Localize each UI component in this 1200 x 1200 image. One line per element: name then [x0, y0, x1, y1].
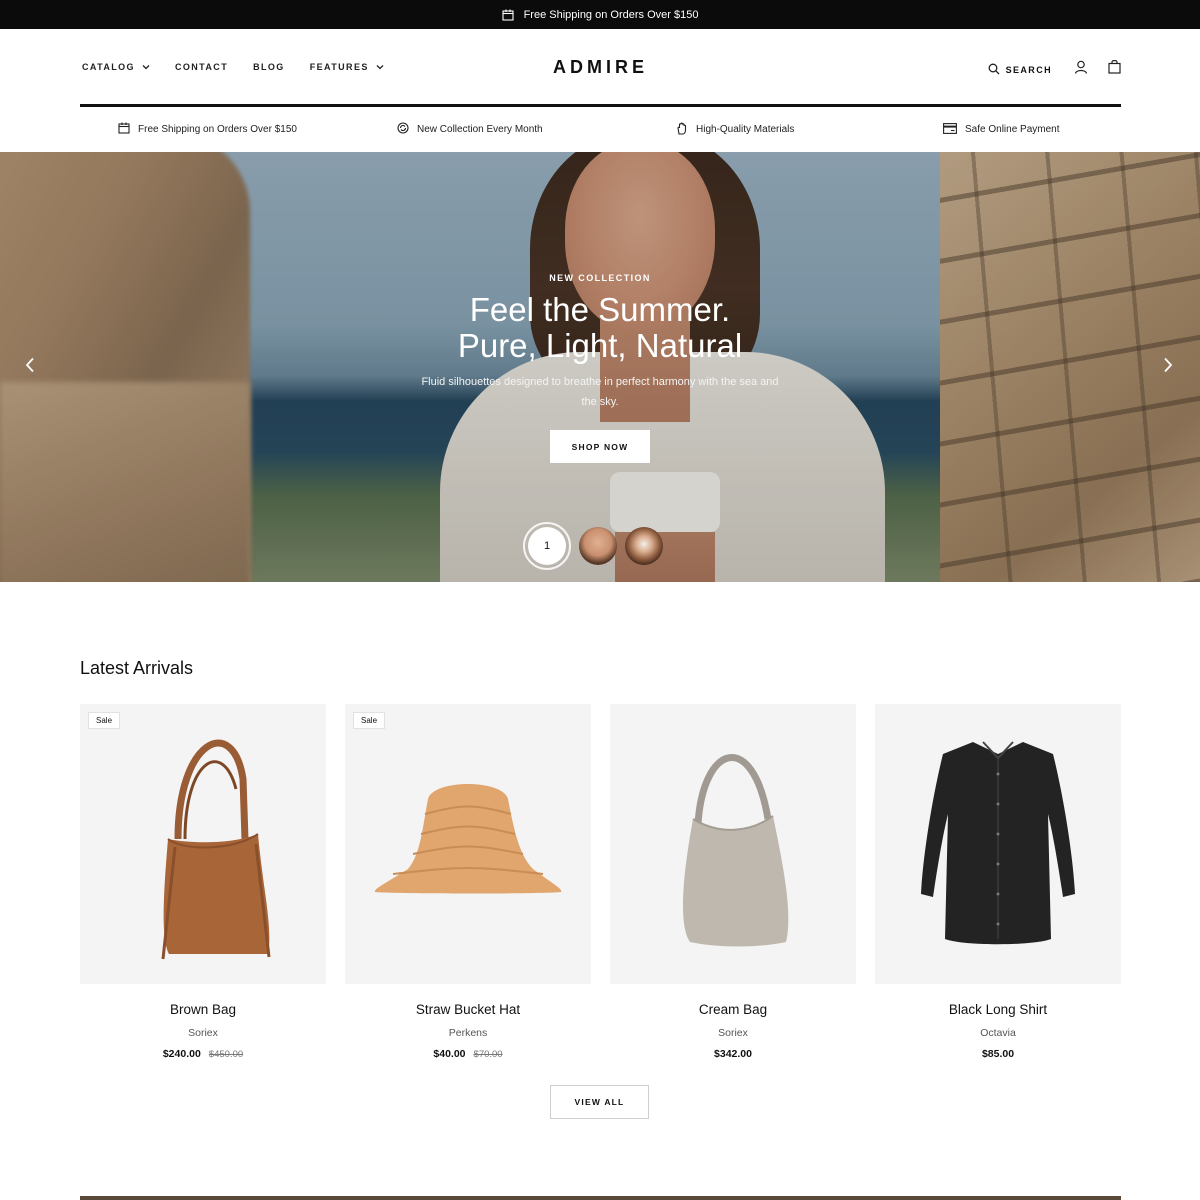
chevron-down-icon [376, 62, 384, 72]
product-image[interactable]: Sale [80, 704, 326, 984]
hero-pagination: 1 [523, 522, 663, 570]
product-price: $85.00 [875, 1048, 1121, 1060]
nav-item-label: CATALOG [82, 62, 135, 72]
feature-item-payment: Safe Online Payment [943, 107, 1060, 152]
price-current: $40.00 [433, 1048, 466, 1060]
calendar-icon [502, 9, 514, 21]
cream-bag-image [682, 754, 789, 947]
main-nav: CATALOG CONTACT BLOG FEATURES [82, 62, 384, 72]
product-card[interactable]: Sale Straw Bucket Hat Perkens $40.00 $70.… [345, 704, 591, 1060]
feature-strip: Free Shipping on Orders Over $150 New Co… [80, 107, 1121, 152]
shopping-bag-icon [1108, 59, 1121, 79]
nav-item-catalog[interactable]: CATALOG [82, 62, 150, 72]
hero-slide-thumb[interactable] [579, 527, 617, 565]
price-current: $85.00 [981, 1048, 1015, 1060]
price-compare: $70.00 [473, 1049, 503, 1060]
nav-item-blog[interactable]: BLOG [253, 62, 285, 72]
feature-item-collection: New Collection Every Month [397, 107, 543, 152]
hero-title-line: Pure, Light, Natural [457, 327, 743, 364]
black-shirt-image [921, 741, 1075, 945]
product-brand: Octavia [980, 1027, 1016, 1039]
hero-title: Feel the Summer. Pure, Light, Natural [0, 292, 1200, 364]
slide-number: 1 [528, 527, 566, 565]
hero-subtitle: Fluid silhouettes designed to breathe in… [421, 376, 779, 408]
search-label: SEARCH [1005, 64, 1052, 75]
user-icon [1074, 60, 1088, 79]
price-compare: $450.00 [208, 1049, 244, 1060]
hero-slide-dot-active[interactable]: 1 [523, 522, 571, 570]
product-image[interactable] [610, 704, 856, 984]
cart-button[interactable] [1108, 59, 1121, 79]
hand-icon [676, 122, 688, 138]
price-current: $342.00 [714, 1048, 752, 1060]
hero-eyebrow: NEW COLLECTION [549, 273, 651, 283]
chevron-left-icon [25, 357, 35, 378]
product-image[interactable]: Sale [345, 704, 591, 984]
nav-item-label: FEATURES [309, 62, 369, 72]
product-name[interactable]: Black Long Shirt [875, 1002, 1121, 1017]
feature-text: Free Shipping on Orders Over $150 [138, 124, 297, 135]
hero-next-button[interactable] [1158, 355, 1178, 379]
section-title: Latest Arrivals [80, 658, 194, 678]
refresh-icon [397, 122, 409, 137]
product-card[interactable]: Cream Bag Soriex $342.00 [610, 704, 856, 1060]
hero-prev-button[interactable] [20, 355, 40, 379]
credit-card-icon [943, 122, 957, 137]
feature-item-shipping: Free Shipping on Orders Over $150 [118, 107, 297, 152]
product-brand: Soriex [718, 1027, 748, 1039]
product-brand: Perkens [448, 1027, 488, 1039]
search-button[interactable]: SEARCH [988, 63, 1052, 77]
chevron-down-icon [142, 62, 150, 72]
nav-item-label: BLOG [253, 62, 285, 72]
brown-bag-image [161, 739, 271, 960]
product-name[interactable]: Brown Bag [80, 1002, 326, 1017]
header-actions: SEARCH [988, 59, 1121, 79]
product-card[interactable]: Black Long Shirt Octavia $85.00 [875, 704, 1121, 1060]
feature-text: New Collection Every Month [417, 124, 543, 135]
calendar-icon [118, 122, 130, 137]
product-price: $240.00 $450.00 [80, 1048, 326, 1060]
product-card[interactable]: Sale Brown Bag Soriex $240.00 $450.00 [80, 704, 326, 1060]
straw-hat-image [374, 784, 562, 894]
site-header: CATALOG CONTACT BLOG FEATURES ADMIRE SEA… [80, 29, 1121, 107]
search-icon [988, 63, 1000, 77]
next-section-edge [80, 1196, 1121, 1200]
announcement-text: Free Shipping on Orders Over $150 [523, 8, 699, 21]
feature-item-materials: High-Quality Materials [676, 107, 794, 152]
sale-badge: Sale [353, 712, 386, 729]
sale-badge: Sale [88, 712, 121, 729]
product-price: $342.00 [610, 1048, 856, 1060]
feature-text: Safe Online Payment [965, 124, 1060, 135]
shop-now-button[interactable]: SHOP NOW [550, 430, 650, 463]
hero-overlay [0, 152, 1200, 582]
nav-item-features[interactable]: FEATURES [310, 62, 384, 72]
chevron-right-icon [1163, 357, 1173, 378]
announcement-bar: Free Shipping on Orders Over $150 [0, 0, 1200, 29]
product-name[interactable]: Straw Bucket Hat [345, 1002, 591, 1017]
hero-slide-thumb[interactable] [625, 527, 663, 565]
price-current: $240.00 [162, 1048, 201, 1060]
view-all-button[interactable]: VIEW ALL [550, 1085, 649, 1119]
nav-item-contact[interactable]: CONTACT [175, 62, 228, 72]
logo-link[interactable]: ADMIRE [553, 57, 648, 77]
hero-title-line: Feel the Summer. [469, 291, 731, 328]
product-price: $40.00 $70.00 [345, 1048, 591, 1060]
feature-text: High-Quality Materials [696, 124, 795, 135]
account-button[interactable] [1074, 60, 1088, 79]
product-name[interactable]: Cream Bag [610, 1002, 856, 1017]
product-image[interactable] [875, 704, 1121, 984]
product-brand: Soriex [188, 1027, 218, 1039]
hero-slider: NEW COLLECTION Feel the Summer. Pure, Li… [0, 152, 1200, 582]
product-grid: Sale Brown Bag Soriex $240.00 $450.00 Sal… [80, 704, 1121, 1060]
nav-item-label: CONTACT [174, 62, 229, 72]
